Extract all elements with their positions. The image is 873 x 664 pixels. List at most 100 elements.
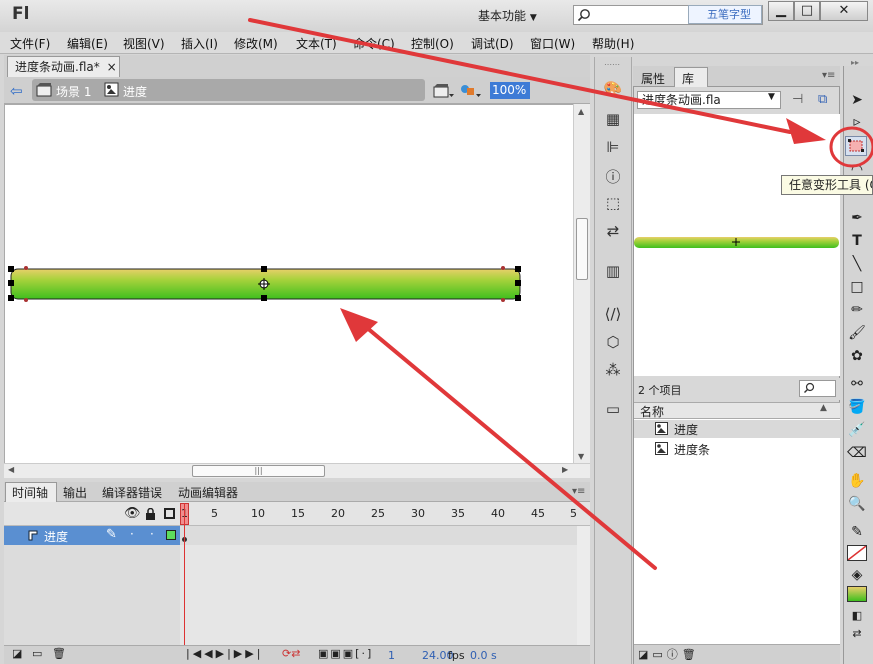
library-menu-icon[interactable]: ▾≡ (822, 70, 835, 81)
motion-presets-icon[interactable]: ⁂ (600, 361, 626, 381)
sort-icon[interactable]: ▲ (820, 403, 827, 413)
eraser-icon[interactable]: ⌫ (845, 443, 869, 463)
color-icon[interactable]: 🎨 (600, 80, 626, 100)
selection-tool-icon[interactable]: ➤ (845, 90, 869, 110)
pencil-tool-icon[interactable]: ✏ (845, 300, 869, 320)
breadcrumb-scene[interactable]: 场景 1 (56, 83, 91, 100)
current-frame[interactable]: 1 (388, 649, 395, 662)
lock-dot[interactable]: · (150, 527, 154, 541)
menu-view[interactable]: 视图(V) (123, 35, 165, 52)
panel-grip[interactable]: ⋯⋯ (604, 60, 620, 69)
stage-horizontal-scrollbar[interactable]: ||| (4, 463, 590, 478)
rectangle-tool-icon[interactable]: □ (845, 277, 869, 297)
line-tool-icon[interactable]: ╲ (845, 254, 869, 274)
stroke-color-icon[interactable]: ✎ (845, 522, 869, 542)
menu-control[interactable]: 控制(O) (411, 35, 454, 52)
layer-color-swatch[interactable] (166, 530, 176, 540)
timeline-scrollbar[interactable] (577, 526, 590, 645)
new-folder-icon[interactable]: ▭ (32, 647, 42, 660)
zoom-tool-icon[interactable]: 🔍 (845, 494, 869, 514)
vertical-scroll-thumb[interactable] (576, 218, 588, 280)
library-file-select[interactable]: 进度条动画.fla (637, 91, 781, 109)
fill-color-swatch[interactable] (847, 586, 867, 602)
new-layer-icon[interactable]: ◪ (12, 647, 22, 660)
swap-colors-icon[interactable]: ⇄ (845, 624, 869, 644)
new-library-panel-icon[interactable]: ⧉ (818, 92, 827, 107)
hand-tool-icon[interactable]: ✋ (845, 471, 869, 491)
default-colors-icon[interactable]: ◧ (845, 606, 869, 626)
menu-commands[interactable]: 命令(C) (353, 35, 395, 52)
fill-color-icon[interactable]: ◈ (845, 565, 869, 585)
tab-motion-editor[interactable]: 动画编辑器 (178, 484, 238, 501)
zoom-field[interactable]: 100% (490, 82, 530, 99)
screen-icon[interactable]: ▭ (600, 400, 626, 420)
visibility-dot[interactable]: · (130, 527, 134, 541)
swatches-icon[interactable]: ▦ (600, 110, 626, 130)
bone-tool-icon[interactable]: ⚯ (845, 374, 869, 394)
loop-icon[interactable]: ⟳⇄ (282, 647, 300, 660)
edit-symbols-icon[interactable] (459, 82, 483, 100)
playback-controls[interactable]: |◀◀▶|▶▶| (186, 647, 263, 660)
frames-area[interactable] (180, 545, 577, 645)
pen-tool-icon[interactable]: ✒ (845, 208, 869, 228)
scroll-right-icon[interactable]: ▶ (562, 465, 568, 474)
menu-edit[interactable]: 编辑(E) (67, 35, 108, 52)
eyedropper-icon[interactable]: 💉 (845, 420, 869, 440)
layer-name[interactable]: 进度 (44, 528, 68, 545)
tab-compiler-errors[interactable]: 编译器错误 (102, 484, 162, 501)
stage-vertical-scrollbar[interactable] (573, 104, 590, 464)
menu-insert[interactable]: 插入(I) (181, 35, 218, 52)
menu-modify[interactable]: 修改(M) (234, 35, 278, 52)
subselection-tool-icon[interactable]: ▹ (845, 112, 869, 132)
transform-icon[interactable]: ⬚ (600, 194, 626, 214)
tab-timeline[interactable]: 时间轴 (12, 484, 48, 501)
outline-icon[interactable] (164, 508, 175, 519)
tab-library[interactable]: 库 (682, 70, 694, 87)
panel-menu-icon[interactable]: ▾≡ (572, 486, 585, 497)
pin-icon[interactable]: ⊣ (792, 92, 803, 107)
brush-tool-icon[interactable]: 🖌 (845, 323, 869, 343)
text-tool-icon[interactable]: T (845, 231, 869, 251)
minimize-button[interactable]: ▁ (768, 1, 794, 21)
tools-grip[interactable]: ▸▸ (851, 58, 859, 67)
restore-button[interactable]: □ (794, 1, 820, 21)
layer-frames[interactable] (180, 526, 577, 545)
scroll-down-icon[interactable]: ▼ (578, 452, 584, 461)
progress-bar-symbol[interactable] (5, 262, 527, 306)
edit-scene-icon[interactable] (433, 82, 455, 100)
delete-layer-icon[interactable]: 🗑 (52, 647, 66, 660)
scroll-left-icon[interactable]: ◀ (8, 465, 14, 474)
menu-help[interactable]: 帮助(H) (592, 35, 634, 52)
3d-icon[interactable]: ⬡ (600, 333, 626, 353)
list-item[interactable]: 进度 (674, 421, 698, 438)
actions-icon[interactable]: ⟨/⟩ (600, 305, 626, 325)
stroke-color-swatch[interactable] (847, 545, 867, 561)
column-name[interactable]: 名称 (640, 403, 664, 420)
eye-icon[interactable]: 👁 (124, 506, 141, 521)
workspace-switcher[interactable]: 基本功能 ▼ (478, 7, 537, 24)
back-arrow-icon[interactable]: ⇦ (10, 82, 23, 100)
breadcrumb-symbol[interactable]: 进度 (123, 83, 147, 100)
paint-bucket-icon[interactable]: 🪣 (845, 397, 869, 417)
info-icon[interactable]: ⓘ (600, 166, 626, 186)
lock-icon[interactable] (145, 508, 156, 520)
horizontal-scroll-thumb[interactable]: ||| (192, 465, 325, 477)
free-transform-tool-icon[interactable] (845, 136, 867, 156)
document-tab[interactable]: 进度条动画.fla* × (7, 56, 120, 77)
tab-output[interactable]: 输出 (63, 484, 87, 501)
onion-skin-icons[interactable]: ▣▣▣[·] (318, 647, 373, 660)
menu-file[interactable]: 文件(F) (10, 35, 50, 52)
components-icon[interactable]: ▥ (600, 262, 626, 282)
scroll-up-icon[interactable]: ▲ (578, 107, 584, 116)
align-icon[interactable]: ⊫ (600, 138, 626, 158)
menu-debug[interactable]: 调试(D) (471, 35, 514, 52)
close-tab-icon[interactable]: × (107, 60, 117, 74)
library-column-header[interactable] (634, 402, 840, 419)
close-button[interactable]: ✕ (820, 1, 868, 21)
library-footer-icons[interactable]: ◪▭ⓘ🗑 (638, 646, 700, 662)
list-item[interactable]: 进度条 (674, 441, 710, 458)
history-icon[interactable]: ⇄ (600, 222, 626, 242)
tab-properties[interactable]: 属性 (641, 70, 665, 87)
menu-text[interactable]: 文本(T) (296, 35, 337, 52)
menu-window[interactable]: 窗口(W) (530, 35, 575, 52)
